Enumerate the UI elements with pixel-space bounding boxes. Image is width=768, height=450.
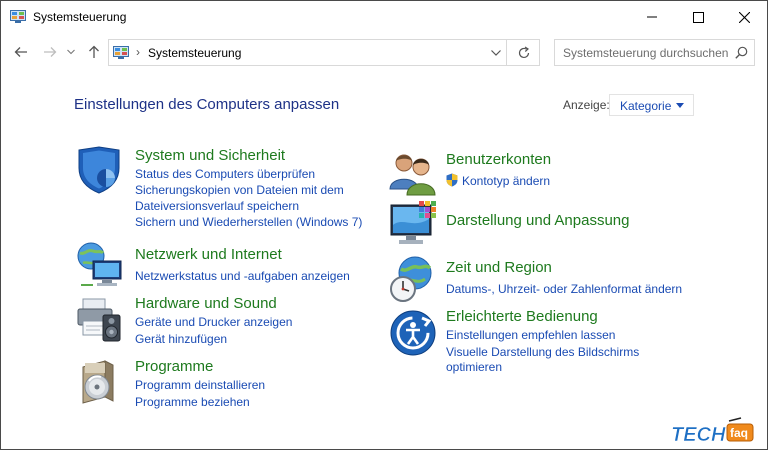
logo-pencil-mark	[728, 417, 742, 422]
link-file-history-line2[interactable]: Dateiversionsverlauf speichern	[135, 199, 299, 213]
category-title-time-region[interactable]: Zeit und Region	[446, 259, 552, 276]
link-optimize-display-line2[interactable]: optimieren	[446, 360, 502, 374]
link-change-account-type[interactable]: Kontotyp ändern	[462, 174, 550, 188]
link-devices-printers[interactable]: Geräte und Drucker anzeigen	[135, 315, 292, 329]
category-title-ease-of-access[interactable]: Erleichterte Bedienung	[446, 308, 598, 325]
view-by-dropdown[interactable]: Kategorie	[609, 94, 694, 116]
address-dropdown-button[interactable]	[488, 44, 504, 62]
search-placeholder[interactable]: Systemsteuerung durchsuchen	[563, 46, 728, 60]
programs-disc-icon[interactable]	[79, 357, 127, 405]
control-panel-icon	[113, 46, 129, 59]
printer-speaker-icon[interactable]	[75, 295, 123, 343]
minimize-button[interactable]	[629, 1, 675, 33]
search-icon[interactable]	[735, 46, 748, 59]
link-get-programs[interactable]: Programme beziehen	[135, 395, 250, 409]
forward-button[interactable]	[39, 41, 61, 63]
view-by-value[interactable]: Kategorie	[620, 99, 671, 113]
caret-down-icon	[676, 103, 684, 108]
close-icon	[738, 11, 750, 23]
address-bar[interactable]: › Systemsteuerung	[108, 39, 540, 66]
arrow-up-icon	[89, 45, 99, 58]
chevron-down-icon	[491, 50, 501, 56]
logo-text-tech: TECH	[671, 424, 726, 446]
maximize-icon	[692, 11, 704, 23]
breadcrumb-separator-icon: ›	[136, 45, 140, 59]
link-uninstall-program[interactable]: Programm deinstallieren	[135, 378, 265, 392]
up-button[interactable]	[83, 41, 105, 63]
link-optimize-display-line1[interactable]: Visuelle Darstellung des Bildschirms	[446, 345, 639, 359]
link-network-status[interactable]: Netzwerkstatus und -aufgaben anzeigen	[135, 269, 350, 283]
link-add-device[interactable]: Gerät hinzufügen	[135, 332, 227, 346]
techfaq-logo: TECH faq	[671, 417, 754, 446]
users-icon[interactable]	[389, 149, 437, 197]
category-title-system-security[interactable]: System und Sicherheit	[135, 147, 285, 164]
recent-locations-button[interactable]	[63, 41, 79, 63]
view-by-label: Anzeige:	[563, 98, 610, 112]
title-bar[interactable]: Systemsteuerung	[1, 1, 767, 33]
category-title-hardware-sound[interactable]: Hardware und Sound	[135, 295, 277, 312]
search-box[interactable]: Systemsteuerung durchsuchen	[554, 39, 755, 66]
category-title-network-internet[interactable]: Netzwerk und Internet	[135, 246, 282, 263]
navigation-bar: › Systemsteuerung Systemsteuerung durchs…	[1, 37, 767, 69]
link-get-recommendations[interactable]: Einstellungen empfehlen lassen	[446, 328, 615, 342]
network-globe-icon[interactable]	[75, 241, 123, 289]
shield-icon[interactable]	[75, 146, 123, 194]
control-panel-app-icon	[10, 10, 26, 23]
ease-of-access-icon[interactable]	[389, 309, 437, 357]
address-divider	[506, 40, 507, 65]
back-button[interactable]	[10, 41, 32, 63]
link-date-time-number-format[interactable]: Datums-, Uhrzeit- oder Zahlenformat ände…	[446, 282, 682, 296]
globe-clock-icon[interactable]	[389, 255, 437, 303]
minimize-icon	[647, 16, 657, 18]
category-title-programs[interactable]: Programme	[135, 358, 213, 375]
refresh-button[interactable]	[513, 43, 535, 63]
category-title-appearance[interactable]: Darstellung und Anpassung	[446, 212, 629, 229]
breadcrumb-item[interactable]: Systemsteuerung	[148, 46, 241, 60]
maximize-button[interactable]	[675, 1, 721, 33]
link-file-history-line1[interactable]: Sicherungskopien von Dateien mit dem	[135, 183, 344, 197]
chevron-down-icon	[67, 49, 75, 55]
link-check-computer-status[interactable]: Status des Computers überprüfen	[135, 167, 315, 181]
arrow-right-icon	[44, 47, 57, 57]
refresh-icon	[518, 46, 530, 59]
close-button[interactable]	[721, 1, 767, 33]
display-palette-icon[interactable]	[389, 199, 437, 247]
arrow-left-icon	[14, 47, 27, 57]
logo-text-faq: faq	[730, 426, 748, 440]
control-panel-window: Systemsteuerung › Systemsteuerung System…	[0, 0, 768, 450]
page-heading: Einstellungen des Computers anpassen	[74, 96, 340, 113]
window-title: Systemsteuerung	[33, 10, 127, 24]
link-backup-restore[interactable]: Sichern und Wiederherstellen (Windows 7)	[135, 215, 362, 229]
uac-shield-icon	[446, 173, 458, 187]
category-title-user-accounts[interactable]: Benutzerkonten	[446, 151, 551, 168]
